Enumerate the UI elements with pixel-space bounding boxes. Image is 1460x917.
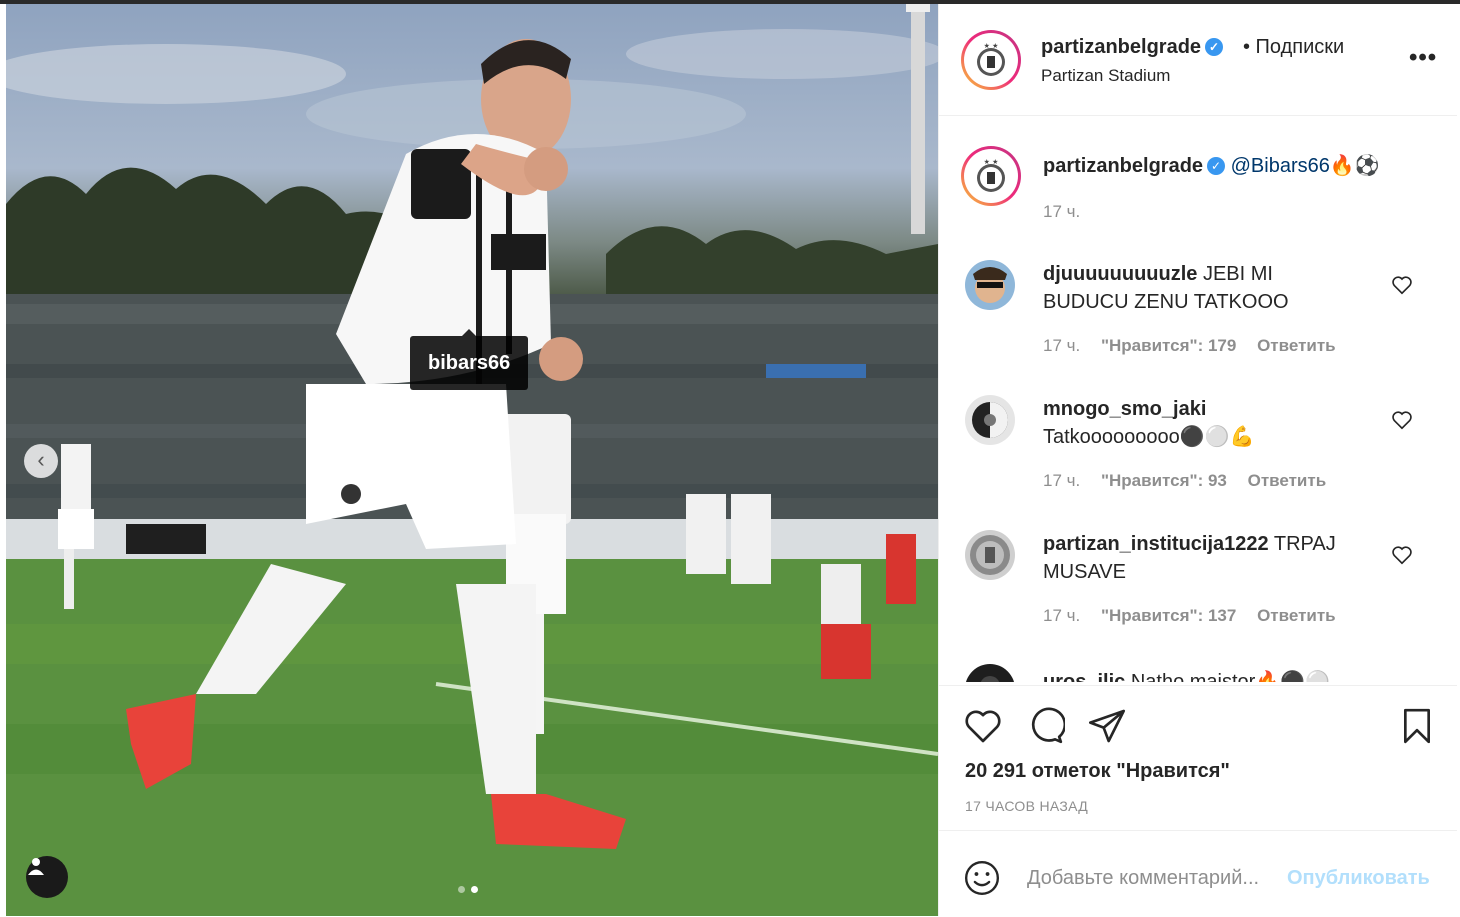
- heart-icon: [1392, 276, 1412, 295]
- save-button[interactable]: [1397, 706, 1437, 746]
- reply-button[interactable]: Ответить: [1257, 606, 1336, 625]
- caption-avatar[interactable]: ★ ★: [961, 146, 1021, 206]
- avatar-image: [965, 260, 1015, 310]
- comment-like-button[interactable]: [1391, 544, 1413, 566]
- caption-emoji: 🔥⚽: [1329, 155, 1380, 177]
- bookmark-icon: [1404, 708, 1430, 744]
- comment-time[interactable]: 17 ч.: [1043, 606, 1080, 625]
- comment-bubble-icon: [1031, 707, 1067, 744]
- account-avatar[interactable]: ★ ★: [961, 30, 1021, 90]
- post-actions: 20 291 отметок "Нравится" 17 ЧАСОВ НАЗАД: [939, 685, 1457, 831]
- svg-text:★ ★: ★ ★: [984, 158, 999, 166]
- comment-text: uros_ilic Natho majstor🔥⚫⚪: [1043, 668, 1373, 682]
- heart-icon: [1392, 546, 1412, 565]
- post-photo[interactable]: bibars66 ‹: [6, 4, 938, 916]
- comment-likes[interactable]: "Нравится": 137: [1101, 606, 1236, 625]
- chevron-left-icon: ‹: [37, 447, 45, 472]
- comment-meta: 17 ч. "Нравится": 179 Ответить: [1043, 336, 1352, 356]
- smiley-icon: [964, 860, 1000, 896]
- comment-like-button[interactable]: [1391, 409, 1413, 431]
- comment-input[interactable]: Добавьте комментарий...: [1027, 867, 1259, 890]
- avatar-image: [965, 664, 1015, 682]
- likes-count[interactable]: 20 291 отметок "Нравится": [965, 760, 1230, 783]
- partizan-crest-icon: ★ ★: [967, 36, 1015, 84]
- reply-button[interactable]: Ответить: [1257, 336, 1336, 355]
- comment-body: Tatkooooooooo⚫⚪💪: [1043, 426, 1255, 448]
- verified-badge-icon: ✓: [1207, 157, 1226, 175]
- post-panel: ★ ★ partizanbelgrade ✓ • Подписки Partiza…: [938, 4, 1457, 916]
- publish-button[interactable]: Опубликовать: [1287, 867, 1430, 890]
- username-text[interactable]: partizanbelgrade: [1041, 36, 1201, 58]
- comment-username[interactable]: uros_ilic: [1043, 671, 1125, 682]
- comments-list[interactable]: ★ ★ partizanbelgrade✓ @Bibars66🔥⚽ 17 ч.: [939, 116, 1457, 682]
- svg-text:★ ★: ★ ★: [984, 42, 999, 50]
- caption-time[interactable]: 17 ч.: [1043, 202, 1080, 221]
- emoji-button[interactable]: [963, 859, 1001, 897]
- comment-time[interactable]: 17 ч.: [1043, 471, 1080, 490]
- reply-button[interactable]: Ответить: [1248, 471, 1327, 490]
- share-button[interactable]: [1087, 706, 1127, 746]
- carousel-dot-active: [471, 886, 478, 893]
- more-options-button[interactable]: •••: [1409, 44, 1437, 72]
- comment-meta: 17 ч. "Нравится": 137 Ответить: [1043, 606, 1352, 626]
- commenter-avatar[interactable]: [965, 530, 1015, 580]
- heart-icon: [1392, 411, 1412, 430]
- post-header: ★ ★ partizanbelgrade ✓ • Подписки Partiza…: [939, 4, 1457, 116]
- heart-icon: [965, 710, 1001, 743]
- carousel-dot: [458, 886, 465, 893]
- caption-text: partizanbelgrade ✓ @Bibars66🔥⚽: [1043, 152, 1443, 180]
- user-icon: [28, 858, 44, 875]
- post-time-ago[interactable]: 17 ЧАСОВ НАЗАД: [965, 798, 1088, 814]
- verified-badge-icon: ✓: [1205, 38, 1224, 56]
- comment-username[interactable]: mnogo_smo_jaki: [1043, 398, 1206, 420]
- caption-mention[interactable]: @Bibars66: [1231, 155, 1330, 177]
- commenter-avatar[interactable]: [965, 664, 1015, 682]
- commenter-avatar[interactable]: [965, 395, 1015, 445]
- commenter-avatar[interactable]: [965, 260, 1015, 310]
- post-location[interactable]: Partizan Stadium: [1041, 66, 1170, 86]
- comment-body: Natho majstor🔥⚫⚪: [1130, 671, 1331, 682]
- add-comment-bar: Добавьте комментарий... Опубликовать: [939, 830, 1457, 917]
- header-username[interactable]: partizanbelgrade ✓: [1041, 36, 1224, 59]
- comment-likes[interactable]: "Нравится": 179: [1101, 336, 1236, 355]
- ellipsis-icon: •••: [1409, 44, 1438, 71]
- like-button[interactable]: [963, 706, 1003, 746]
- comment-username[interactable]: partizan_institucija1222: [1043, 533, 1269, 555]
- caption-meta: 17 ч.: [1043, 202, 1096, 222]
- comment-button[interactable]: [1025, 706, 1067, 746]
- photo-illustration: [6, 4, 938, 916]
- paper-plane-icon: [1089, 709, 1125, 743]
- user-tag-label[interactable]: bibars66: [410, 329, 529, 390]
- carousel-prev-button[interactable]: ‹: [24, 444, 58, 478]
- comment-likes[interactable]: "Нравится": 93: [1101, 471, 1227, 490]
- comment-like-button[interactable]: [1391, 274, 1413, 296]
- follow-status[interactable]: • Подписки: [1243, 36, 1344, 59]
- partizan-crest-icon: ★ ★: [967, 152, 1015, 200]
- avatar-image: [965, 395, 1015, 445]
- tagged-users-button[interactable]: [26, 856, 68, 898]
- caption-username[interactable]: partizanbelgrade: [1043, 155, 1203, 177]
- comment-meta: 17 ч. "Нравится": 93 Ответить: [1043, 471, 1342, 491]
- comment-text: partizan_institucija1222 TRPAJ MUSAVE: [1043, 530, 1353, 586]
- avatar-image: [965, 530, 1015, 580]
- comment-text: mnogo_smo_jaki Tatkooooooooo⚫⚪💪: [1043, 395, 1353, 451]
- comment-time[interactable]: 17 ч.: [1043, 336, 1080, 355]
- comment-text: djuuuuuuuuuzle JEBI MI BUDUCU ZENU TATKO…: [1043, 260, 1353, 316]
- comment-username[interactable]: djuuuuuuuuuzle: [1043, 263, 1197, 285]
- carousel-indicator: [458, 886, 478, 893]
